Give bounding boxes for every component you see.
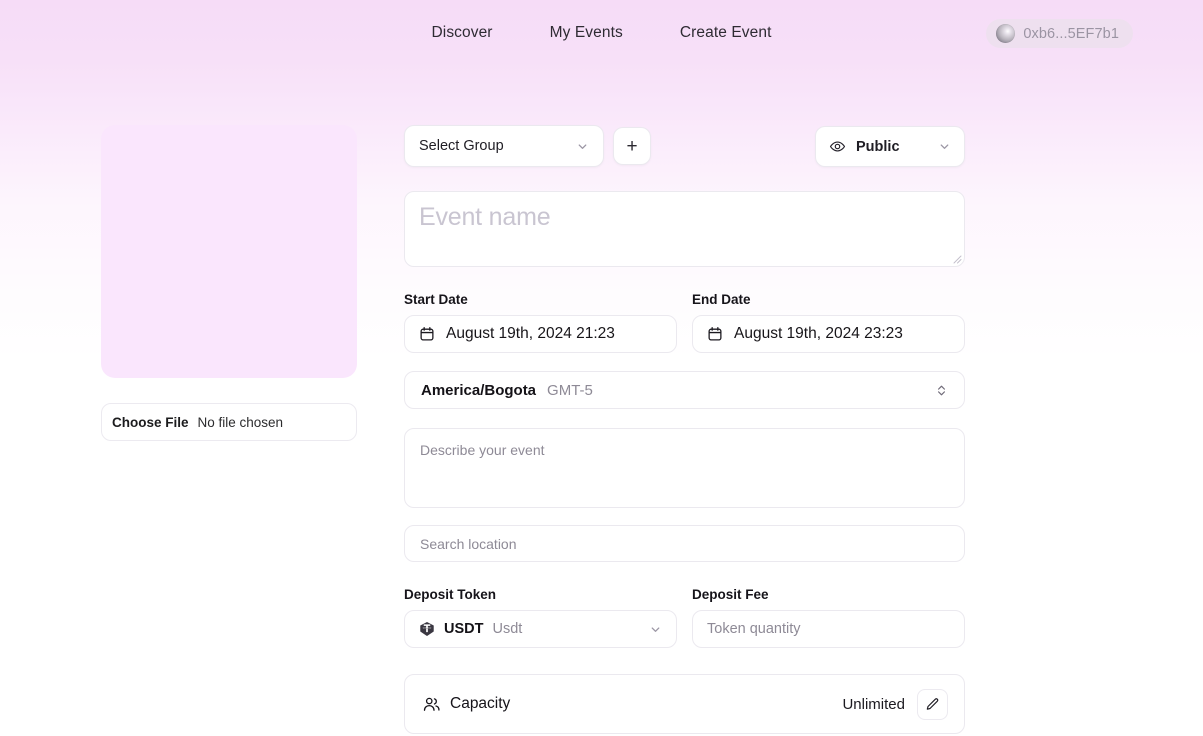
deposit-token-name: Usdt [492,621,523,637]
date-range-row: Start Date August 19th, 2024 21:23 End D… [404,292,965,353]
calendar-icon [707,326,723,342]
deposit-token-dropdown[interactable]: USDT Usdt [404,610,677,648]
select-group-label: Select Group [419,138,504,154]
deposit-token-label: Deposit Token [404,587,497,602]
top-navigation-bar: Discover My Events Create Event 0xb6...5… [0,0,1203,66]
start-date-input[interactable]: August 19th, 2024 21:23 [404,315,677,353]
usdt-token-icon [419,621,435,637]
event-name-textarea[interactable]: Event name [404,191,965,267]
wallet-address-button[interactable]: 0xb6...5EF7b1 [986,19,1133,48]
event-media-column: Choose File No file chosen [101,125,357,441]
timezone-offset: GMT-5 [547,381,593,399]
location-search-input[interactable]: Search location [404,525,965,562]
capacity-row: Capacity Unlimited [404,674,965,734]
nav-link-my-events[interactable]: My Events [550,25,623,41]
group-and-visibility-row: Select Group + Public [404,125,965,167]
end-date-value: August 19th, 2024 23:23 [734,325,903,342]
start-date-label: Start Date [404,292,468,307]
capacity-label: Capacity [450,695,511,712]
calendar-icon [419,326,435,342]
choose-file-button[interactable]: Choose File [112,415,189,430]
wallet-avatar-icon [996,24,1016,43]
location-placeholder: Search location [420,535,517,552]
capacity-edit-button[interactable] [917,688,948,720]
plus-icon: + [626,135,638,157]
deposit-fee-field: Deposit Fee Token quantity [692,587,965,648]
wallet-address-label: 0xb6...5EF7b1 [1023,25,1119,42]
pencil-icon [925,697,940,712]
deposit-fee-label: Deposit Fee [692,587,769,602]
select-group-dropdown[interactable]: Select Group [404,125,604,167]
start-date-field: Start Date August 19th, 2024 21:23 [404,292,677,353]
nav-links: Discover My Events Create Event [431,25,771,41]
users-icon [422,695,441,714]
resize-handle-icon[interactable] [951,253,962,264]
chevron-down-icon [576,140,589,153]
description-placeholder: Describe your event [420,442,545,458]
event-form-column: Select Group + Public Event name Start D… [404,125,965,736]
nav-link-discover[interactable]: Discover [431,25,492,41]
chevron-down-icon [649,623,662,636]
event-description-textarea[interactable]: Describe your event [404,428,965,508]
end-date-field: End Date August 19th, 2024 23:23 [692,292,965,353]
deposit-token-symbol: USDT [444,621,484,637]
visibility-value: Public [856,138,900,155]
timezone-selector[interactable]: America/Bogota GMT-5 [404,371,965,409]
event-name-placeholder: Event name [419,203,551,231]
nav-link-create-event[interactable]: Create Event [680,25,772,41]
event-image-placeholder[interactable] [101,125,357,378]
deposit-fee-placeholder: Token quantity [707,621,801,637]
start-date-value: August 19th, 2024 21:23 [446,325,615,342]
file-status-label: No file chosen [197,414,284,430]
end-date-input[interactable]: August 19th, 2024 23:23 [692,315,965,353]
eye-icon [829,138,846,155]
add-group-button[interactable]: + [613,127,651,165]
deposit-fee-input[interactable]: Token quantity [692,610,965,648]
end-date-label: End Date [692,292,751,307]
capacity-value: Unlimited [842,695,905,713]
visibility-dropdown[interactable]: Public [815,126,965,167]
deposit-row: Deposit Token USDT Usdt Deposit Fee Toke… [404,587,965,648]
timezone-name: America/Bogota [421,381,537,399]
capacity-left-group: Capacity [422,695,842,714]
deposit-token-field: Deposit Token USDT Usdt [404,587,677,648]
chevron-down-icon [938,140,951,153]
event-image-file-input[interactable]: Choose File No file chosen [101,403,357,441]
chevron-up-down-icon [935,383,948,398]
